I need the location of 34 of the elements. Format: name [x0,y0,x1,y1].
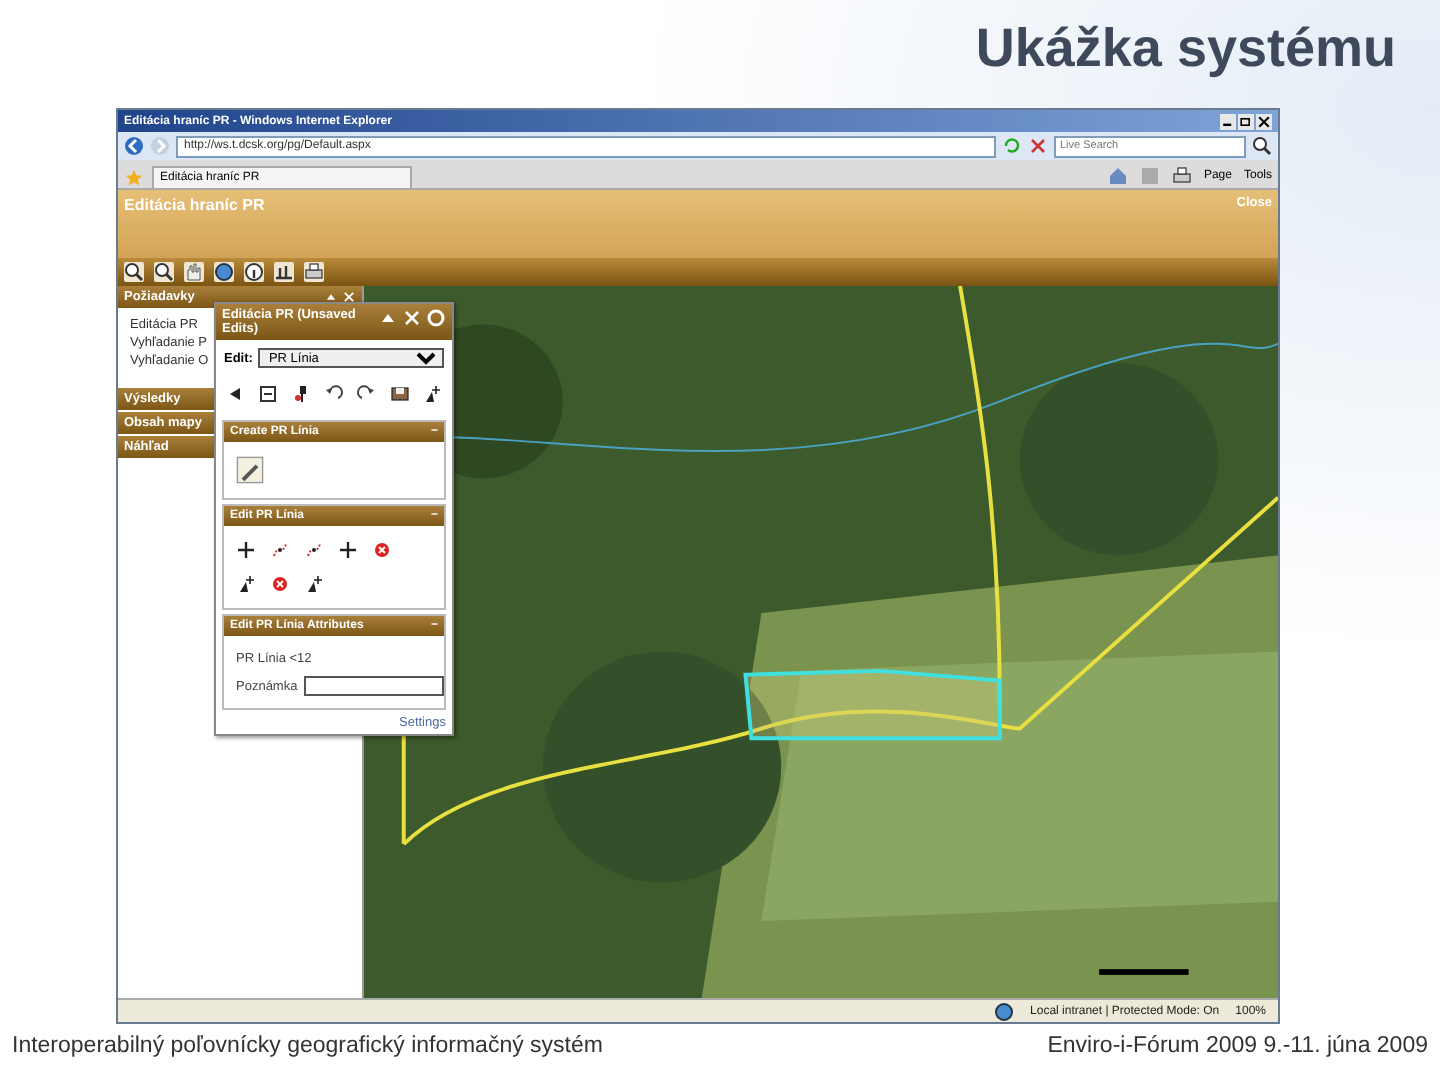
select-icon[interactable] [258,384,279,404]
minimize-icon[interactable] [1220,113,1236,129]
zoom-in-icon[interactable] [124,262,144,282]
measure-icon[interactable] [274,262,294,282]
zoom-out-icon[interactable] [154,262,174,282]
slide-title: Ukážka systému [973,15,1398,82]
print-icon[interactable] [304,262,324,282]
footer-text: Interoperabilný poľovnícky geografický informačný systém [12,1034,603,1058]
search-icon[interactable] [1252,136,1272,156]
restore-icon[interactable] [1238,113,1254,129]
add-vertex-icon[interactable] [421,384,442,404]
back-icon[interactable] [124,136,144,156]
redo-icon[interactable] [356,384,377,404]
split-icon[interactable] [338,540,358,560]
add-vertex-icon[interactable] [236,574,256,594]
stop-icon[interactable] [1028,136,1048,156]
move-icon[interactable] [236,540,256,560]
undo-icon[interactable] [323,384,344,404]
pan-icon[interactable] [184,262,204,282]
app-title: Editácia hraníc PR [124,196,265,214]
input-field[interactable] [303,676,444,696]
delete-vertex-icon[interactable] [270,574,290,594]
reshape-icon[interactable] [304,540,324,560]
footer-text: Enviro-i-Fórum 2009 9.-11. júna 2009 [1047,1034,1428,1058]
home-icon[interactable] [1107,166,1128,186]
pencil-icon[interactable] [236,456,264,484]
favorites-star-icon[interactable] [124,168,144,188]
save-icon[interactable] [389,384,410,404]
vertex-icon[interactable] [270,540,290,560]
printer-icon[interactable] [1171,166,1192,186]
close-icon[interactable] [1256,113,1272,129]
insert-vertex-icon[interactable] [304,574,324,594]
delete-icon[interactable] [372,540,392,560]
identify-icon[interactable] [244,262,264,282]
